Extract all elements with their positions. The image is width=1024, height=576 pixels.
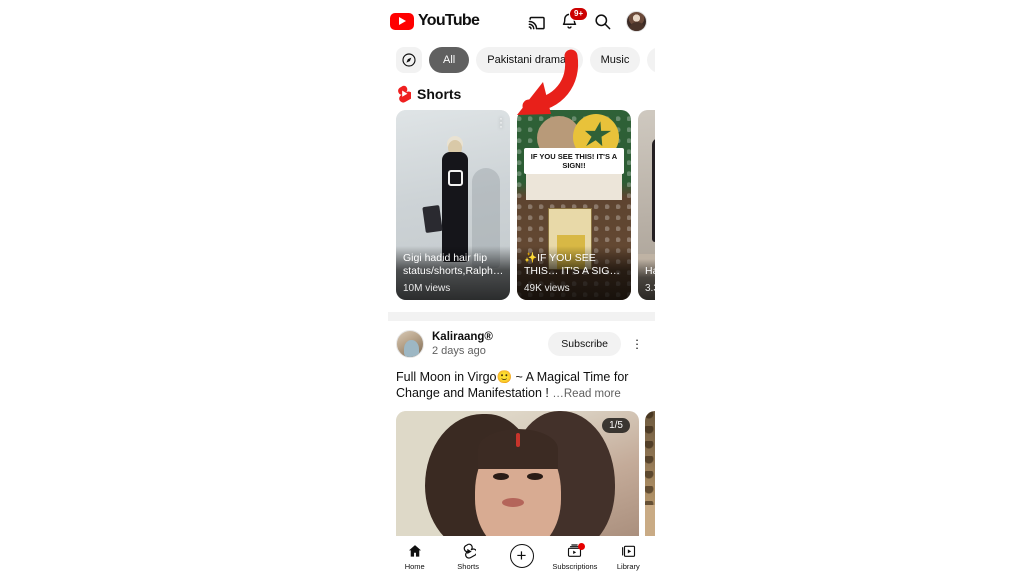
nav-item-shorts[interactable]: Shorts <box>441 543 494 571</box>
youtube-wordmark: YouTube <box>418 12 480 29</box>
shorts-card-overlay: ✨IF YOU SEE THIS… IT'S A SIGN!! 🤩 49K vi… <box>517 246 631 300</box>
nav-item-home[interactable]: Home <box>388 543 441 571</box>
nav-label-shorts: Shorts <box>457 561 479 571</box>
top-bar-actions: 9+ <box>527 6 647 32</box>
shorts-card-title: Ha da <box>645 265 655 277</box>
channel-avatar[interactable] <box>396 330 424 358</box>
post-header: Kaliraang® 2 days ago Subscribe · · · <box>396 330 645 358</box>
notifications-badge: 9+ <box>569 6 589 21</box>
chip-music[interactable]: Music <box>589 47 641 73</box>
phone-viewport: YouTube 9+ All Pakistani dramas Music Sh… <box>388 0 655 576</box>
filter-chip-bar[interactable]: All Pakistani dramas Music M <box>388 42 655 79</box>
shorts-card-views: 10M views <box>403 283 451 294</box>
subscriptions-badge-dot <box>577 542 585 550</box>
post-image-carousel[interactable]: 1/5 <box>396 411 655 551</box>
section-divider <box>388 312 655 321</box>
explore-compass-icon[interactable] <box>396 47 422 73</box>
shorts-card-title: ✨IF YOU SEE THIS… IT'S A SIGN!! 🤩 <box>524 252 623 277</box>
avatar[interactable] <box>626 10 647 32</box>
kebab-menu-icon[interactable]: · · · <box>629 333 645 354</box>
read-more-link[interactable]: …Read more <box>552 388 620 400</box>
search-icon[interactable] <box>593 12 612 31</box>
home-icon <box>407 543 423 560</box>
youtube-play-icon <box>390 12 414 30</box>
carousel-counter: 1/5 <box>602 418 630 433</box>
carousel-image[interactable]: 1/5 <box>396 411 639 551</box>
shorts-card-views: 3.3 <box>645 283 655 294</box>
nav-label-library: Library <box>616 561 640 571</box>
nav-item-subscriptions[interactable]: Subscriptions <box>548 542 601 571</box>
chip-pakistani-dramas[interactable]: Pakistani dramas <box>476 47 583 73</box>
post-text: Full Moon in Virgo🙂 ~ A Magical Time for… <box>396 369 645 402</box>
post-meta: Kaliraang® 2 days ago <box>432 331 540 357</box>
bottom-navigation-bar: Home Shorts + Subscriptions Library <box>388 536 655 576</box>
shorts-card[interactable]: · · · Gigi hadid hair flip status/shorts,R… <box>396 110 510 300</box>
cast-icon[interactable] <box>527 12 546 31</box>
shorts-card[interactable]: Ha da 3.3 <box>638 110 655 300</box>
shorts-shelf-title: Shorts <box>417 86 462 102</box>
notifications-bell-icon[interactable]: 9+ <box>560 6 589 31</box>
chip-all[interactable]: All <box>429 47 470 73</box>
library-icon <box>620 543 637 560</box>
shorts-shelf[interactable]: · · · Gigi hadid hair flip status/shorts,R… <box>388 110 655 300</box>
nav-label-subscriptions: Subscriptions <box>552 561 598 571</box>
screenshot-stage: YouTube 9+ All Pakistani dramas Music Sh… <box>0 0 1024 576</box>
youtube-logo[interactable]: YouTube <box>390 12 527 30</box>
shorts-shelf-header: Shorts <box>388 79 655 110</box>
shorts-card-views: 49K views <box>524 283 570 294</box>
community-post: Kaliraang® 2 days ago Subscribe · · · Full… <box>388 321 655 551</box>
top-app-bar: YouTube 9+ <box>388 0 655 42</box>
nav-item-library[interactable]: Library <box>602 543 655 571</box>
shorts-thumbnail-caption: IF YOU SEE THIS! IT'S A SIGN!! <box>524 148 624 174</box>
create-plus-icon: + <box>509 543 534 568</box>
shorts-icon <box>461 543 476 560</box>
shorts-logo-icon <box>396 85 411 103</box>
post-timestamp: 2 days ago <box>432 345 486 357</box>
shorts-card-overlay: Gigi hadid hair flip status/shorts,Ralph… <box>396 246 510 300</box>
shorts-card[interactable]: ★ IF YOU SEE THIS! IT'S A SIGN!! ✨IF YOU… <box>517 110 631 300</box>
shorts-card-title: Gigi hadid hair flip status/shorts,Ralph… <box>403 252 503 277</box>
nav-item-create[interactable]: + <box>495 543 548 570</box>
subscribe-button[interactable]: Subscribe <box>548 332 621 356</box>
carousel-image-next[interactable] <box>645 411 655 551</box>
channel-name[interactable]: Kaliraang® <box>432 331 540 343</box>
kebab-menu-icon[interactable]: · · · <box>499 112 503 132</box>
nav-label-home: Home <box>404 561 425 571</box>
shorts-card-overlay: Ha da 3.3 <box>638 259 655 300</box>
chip-partial[interactable]: M <box>647 47 655 73</box>
